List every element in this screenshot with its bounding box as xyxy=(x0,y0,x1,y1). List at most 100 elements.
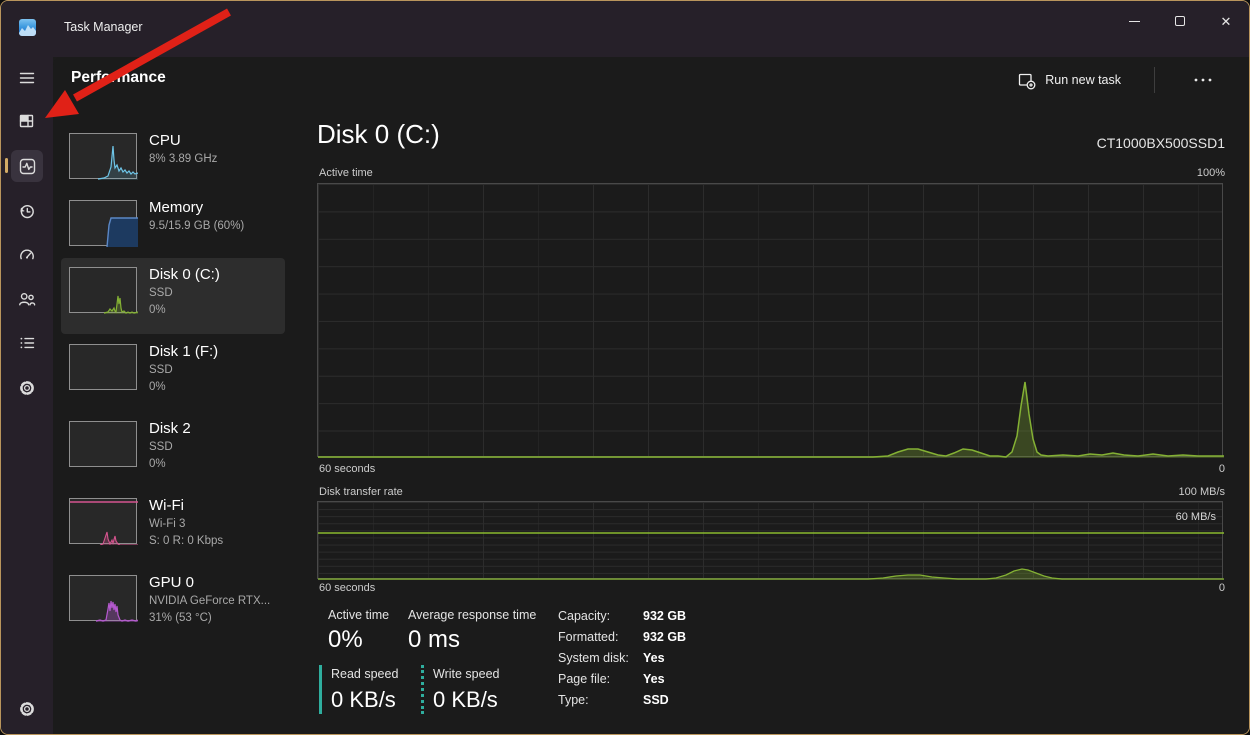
avg-response-stat-label: Average response time xyxy=(408,608,536,622)
device-model: CT1000BX500SSD1 xyxy=(1097,135,1225,151)
gpu-label: GPU 0 xyxy=(149,573,270,593)
hamburger-menu-button[interactable] xyxy=(11,62,43,94)
avg-response-stat-value: 0 ms xyxy=(408,626,460,654)
disk2-label: Disk 2 xyxy=(149,419,191,439)
sidebar-item-details[interactable] xyxy=(11,327,43,359)
close-icon: ✕ xyxy=(1221,15,1232,28)
system-disk-value: Yes xyxy=(643,651,665,665)
minimize-icon xyxy=(1129,21,1140,22)
list-item-cpu[interactable]: CPU 8% 3.89 GHz xyxy=(61,124,285,191)
disk1-type: SSD xyxy=(149,362,218,379)
sidebar-item-processes[interactable] xyxy=(11,105,43,137)
hamburger-icon xyxy=(17,68,37,88)
gpu-usage: 31% (53 °C) xyxy=(149,610,270,627)
chart1-x-right: 0 xyxy=(1219,463,1225,475)
users-icon xyxy=(17,289,37,309)
minimize-button[interactable] xyxy=(1111,1,1157,41)
cpu-mini-chart xyxy=(69,133,137,179)
page-header: Performance Run new task xyxy=(53,57,1250,101)
chart1-max: 100% xyxy=(1197,167,1225,179)
header-divider xyxy=(1154,67,1155,93)
chart2-ref-label: 60 MB/s xyxy=(1176,511,1216,523)
cpu-stats: 8% 3.89 GHz xyxy=(149,151,217,168)
list-item-disk2[interactable]: Disk 2 SSD 0% xyxy=(61,412,285,488)
sidebar-item-startup-apps[interactable] xyxy=(11,239,43,271)
processes-icon xyxy=(17,111,37,131)
sidebar-item-users[interactable] xyxy=(11,283,43,315)
selected-nav-accent xyxy=(5,158,8,173)
list-item-disk0-selected[interactable]: Disk 0 (C:) SSD 0% xyxy=(61,258,285,334)
sidebar-item-services[interactable] xyxy=(11,372,43,404)
type-value: SSD xyxy=(643,693,669,707)
startup-apps-icon xyxy=(17,245,37,265)
formatted-label: Formatted: xyxy=(558,630,618,644)
formatted-value: 932 GB xyxy=(643,630,686,644)
task-manager-window: Task Manager ✕ xyxy=(0,0,1250,735)
memory-label: Memory xyxy=(149,198,244,218)
write-speed-legend-bar xyxy=(421,665,424,714)
cpu-label: CPU xyxy=(149,131,217,151)
performance-icon xyxy=(17,156,38,177)
chart2-max: 100 MB/s xyxy=(1179,486,1225,498)
memory-mini-chart xyxy=(69,200,137,246)
maximize-button[interactable] xyxy=(1157,1,1203,41)
read-speed-legend-bar xyxy=(319,665,322,714)
system-disk-label: System disk: xyxy=(558,651,629,665)
page-file-label: Page file: xyxy=(558,672,610,686)
services-icon xyxy=(17,378,37,398)
gpu-device: NVIDIA GeForce RTX... xyxy=(149,593,270,610)
detail-title: Disk 0 (C:) xyxy=(317,119,440,150)
sidebar-item-app-history[interactable] xyxy=(11,195,43,227)
close-button[interactable]: ✕ xyxy=(1203,1,1249,41)
disk1-label: Disk 1 (F:) xyxy=(149,342,218,362)
list-item-memory[interactable]: Memory 9.5/15.9 GB (60%) xyxy=(61,191,285,258)
run-new-task-label: Run new task xyxy=(1045,73,1121,87)
disk0-usage: 0% xyxy=(149,302,220,319)
memory-stats: 9.5/15.9 GB (60%) xyxy=(149,218,244,235)
chart1-label: Active time xyxy=(319,167,373,179)
page-file-value: Yes xyxy=(643,672,665,686)
disk2-mini-chart xyxy=(69,421,137,467)
active-time-stat-value: 0% xyxy=(328,626,363,654)
type-label: Type: xyxy=(558,693,589,707)
read-speed-label: Read speed xyxy=(331,667,398,681)
gpu-mini-chart xyxy=(69,575,137,621)
settings-gear-icon xyxy=(17,699,37,719)
ellipsis-icon xyxy=(1194,78,1212,82)
run-new-task-icon xyxy=(1017,71,1036,90)
capacity-label: Capacity: xyxy=(558,609,610,623)
window-title: Task Manager xyxy=(64,20,143,34)
active-time-stat-label: Active time xyxy=(328,608,389,622)
disk0-mini-chart xyxy=(69,267,137,313)
sidebar-item-performance[interactable] xyxy=(11,150,43,182)
transfer-rate-chart: 60 MB/s xyxy=(317,501,1223,579)
chart2-x-left: 60 seconds xyxy=(319,582,375,594)
disk2-usage: 0% xyxy=(149,456,191,473)
list-item-disk1[interactable]: Disk 1 (F:) SSD 0% xyxy=(61,335,285,411)
disk1-usage: 0% xyxy=(149,379,218,396)
page-title: Performance xyxy=(71,69,166,87)
main-panel: Performance Run new task xyxy=(53,57,1250,735)
read-speed-value: 0 KB/s xyxy=(331,687,396,713)
write-speed-value: 0 KB/s xyxy=(433,687,498,713)
disk0-label: Disk 0 (C:) xyxy=(149,265,220,285)
maximize-icon xyxy=(1175,16,1185,26)
capacity-value: 932 GB xyxy=(643,609,686,623)
list-item-gpu0[interactable]: GPU 0 NVIDIA GeForce RTX... 31% (53 °C) xyxy=(61,566,285,642)
wifi-label: Wi-Fi xyxy=(149,496,223,516)
disk1-mini-chart xyxy=(69,344,137,390)
wifi-mini-chart xyxy=(69,498,137,544)
write-speed-label: Write speed xyxy=(433,667,499,681)
sidebar xyxy=(1,57,53,735)
wifi-adapter: Wi-Fi 3 xyxy=(149,516,223,533)
more-options-button[interactable] xyxy=(1183,65,1223,95)
run-new-task-button[interactable]: Run new task xyxy=(1007,65,1131,95)
list-item-wifi[interactable]: Wi-Fi Wi-Fi 3 S: 0 R: 0 Kbps xyxy=(61,489,285,565)
task-manager-app-icon xyxy=(19,19,36,36)
sidebar-item-settings[interactable] xyxy=(11,693,43,725)
chart2-label: Disk transfer rate xyxy=(319,486,403,498)
disk0-type: SSD xyxy=(149,285,220,302)
active-time-chart xyxy=(317,183,1223,457)
wifi-throughput: S: 0 R: 0 Kbps xyxy=(149,533,223,550)
title-bar: Task Manager ✕ xyxy=(1,1,1249,57)
